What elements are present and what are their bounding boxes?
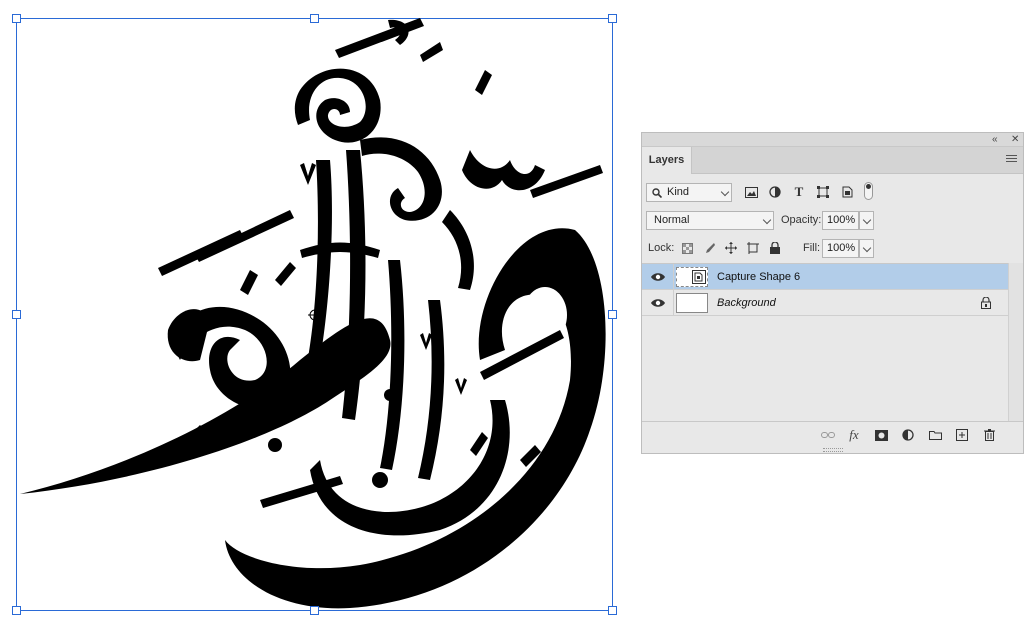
image-filter-icon[interactable] <box>743 184 759 200</box>
smart-object-filter-icon[interactable] <box>839 184 855 200</box>
transform-handle-bottom-right[interactable] <box>608 606 617 615</box>
chevron-down-icon <box>720 187 730 197</box>
layer-row-capture-shape-6[interactable]: Capture Shape 6 <box>642 264 1008 290</box>
transform-handle-bottom-left[interactable] <box>12 606 21 615</box>
fill-dropdown[interactable] <box>859 239 874 258</box>
adjustment-filter-icon[interactable] <box>767 184 783 200</box>
eye-visibility-icon[interactable] <box>651 272 665 282</box>
blend-mode-select[interactable]: Normal <box>646 211 774 230</box>
transform-handle-top-left[interactable] <box>12 14 21 23</box>
double-chevron-left-icon[interactable]: « <box>992 133 998 147</box>
search-icon <box>652 188 662 198</box>
link-layers-icon[interactable] <box>820 427 836 443</box>
layer-thumbnail <box>676 267 708 287</box>
panel-resize-grip[interactable] <box>822 448 843 452</box>
transform-handle-middle-left[interactable] <box>12 310 21 319</box>
shape-filter-icon[interactable] <box>815 184 831 200</box>
lock-transparent-pixels-icon[interactable] <box>679 240 695 256</box>
lock-artboard-icon[interactable] <box>745 240 761 256</box>
filter-kind-label: Kind <box>667 186 690 198</box>
smart-object-badge-icon <box>692 270 706 284</box>
fill-label: Fill: <box>803 242 821 254</box>
layer-list: Capture Shape 6 Background <box>642 263 1008 421</box>
transform-handle-top-center[interactable] <box>310 14 319 23</box>
tab-layers[interactable]: Layers <box>642 147 692 174</box>
lock-position-icon[interactable] <box>723 240 739 256</box>
group-folder-icon[interactable] <box>927 427 943 443</box>
layer-name: Capture Shape 6 <box>717 271 801 283</box>
blend-mode-value: Normal <box>654 214 690 226</box>
document-canvas[interactable] <box>0 0 630 629</box>
eye-visibility-icon[interactable] <box>651 298 665 308</box>
transform-handle-bottom-center[interactable] <box>310 606 319 615</box>
transform-handle-middle-right[interactable] <box>608 310 617 319</box>
chevron-down-icon <box>862 243 872 253</box>
calligraphy-artwork <box>16 18 613 611</box>
fill-input[interactable]: 100% <box>822 239 859 258</box>
layer-thumbnail <box>676 293 708 313</box>
layer-mask-icon[interactable] <box>873 427 889 443</box>
lock-image-pixels-icon[interactable] <box>701 240 717 256</box>
opacity-input[interactable]: 100% <box>822 211 859 230</box>
close-icon[interactable]: ✕ <box>1011 133 1019 147</box>
layer-name: Background <box>717 297 776 309</box>
layers-panel: « ✕ Layers Kind T Normal Opacity: 100% L… <box>641 132 1024 454</box>
filter-kind-select[interactable]: Kind <box>646 183 732 202</box>
opacity-dropdown[interactable] <box>859 211 874 230</box>
layer-list-scrollbar[interactable] <box>1008 263 1023 421</box>
panel-bottom-toolbar: fx <box>642 421 1023 447</box>
filter-toggle-switch[interactable] <box>864 182 873 200</box>
adjustment-layer-icon[interactable] <box>900 427 916 443</box>
lock-all-icon[interactable] <box>767 240 783 256</box>
fx-icon[interactable]: fx <box>846 427 862 443</box>
opacity-label: Opacity: <box>781 214 822 226</box>
panel-menu-icon[interactable] <box>1006 155 1017 164</box>
lock-icon <box>981 297 991 309</box>
transform-handle-top-right[interactable] <box>608 14 617 23</box>
chevron-down-icon <box>762 215 772 225</box>
trash-icon[interactable] <box>981 427 997 443</box>
lock-label: Lock: <box>648 242 675 254</box>
new-layer-icon[interactable] <box>954 427 970 443</box>
layer-row-background[interactable]: Background <box>642 290 1008 316</box>
chevron-down-icon <box>862 215 872 225</box>
panel-tab-row: Layers <box>642 147 1023 174</box>
panel-title-bar[interactable]: « ✕ <box>642 133 1023 147</box>
type-filter-icon[interactable]: T <box>791 184 807 200</box>
